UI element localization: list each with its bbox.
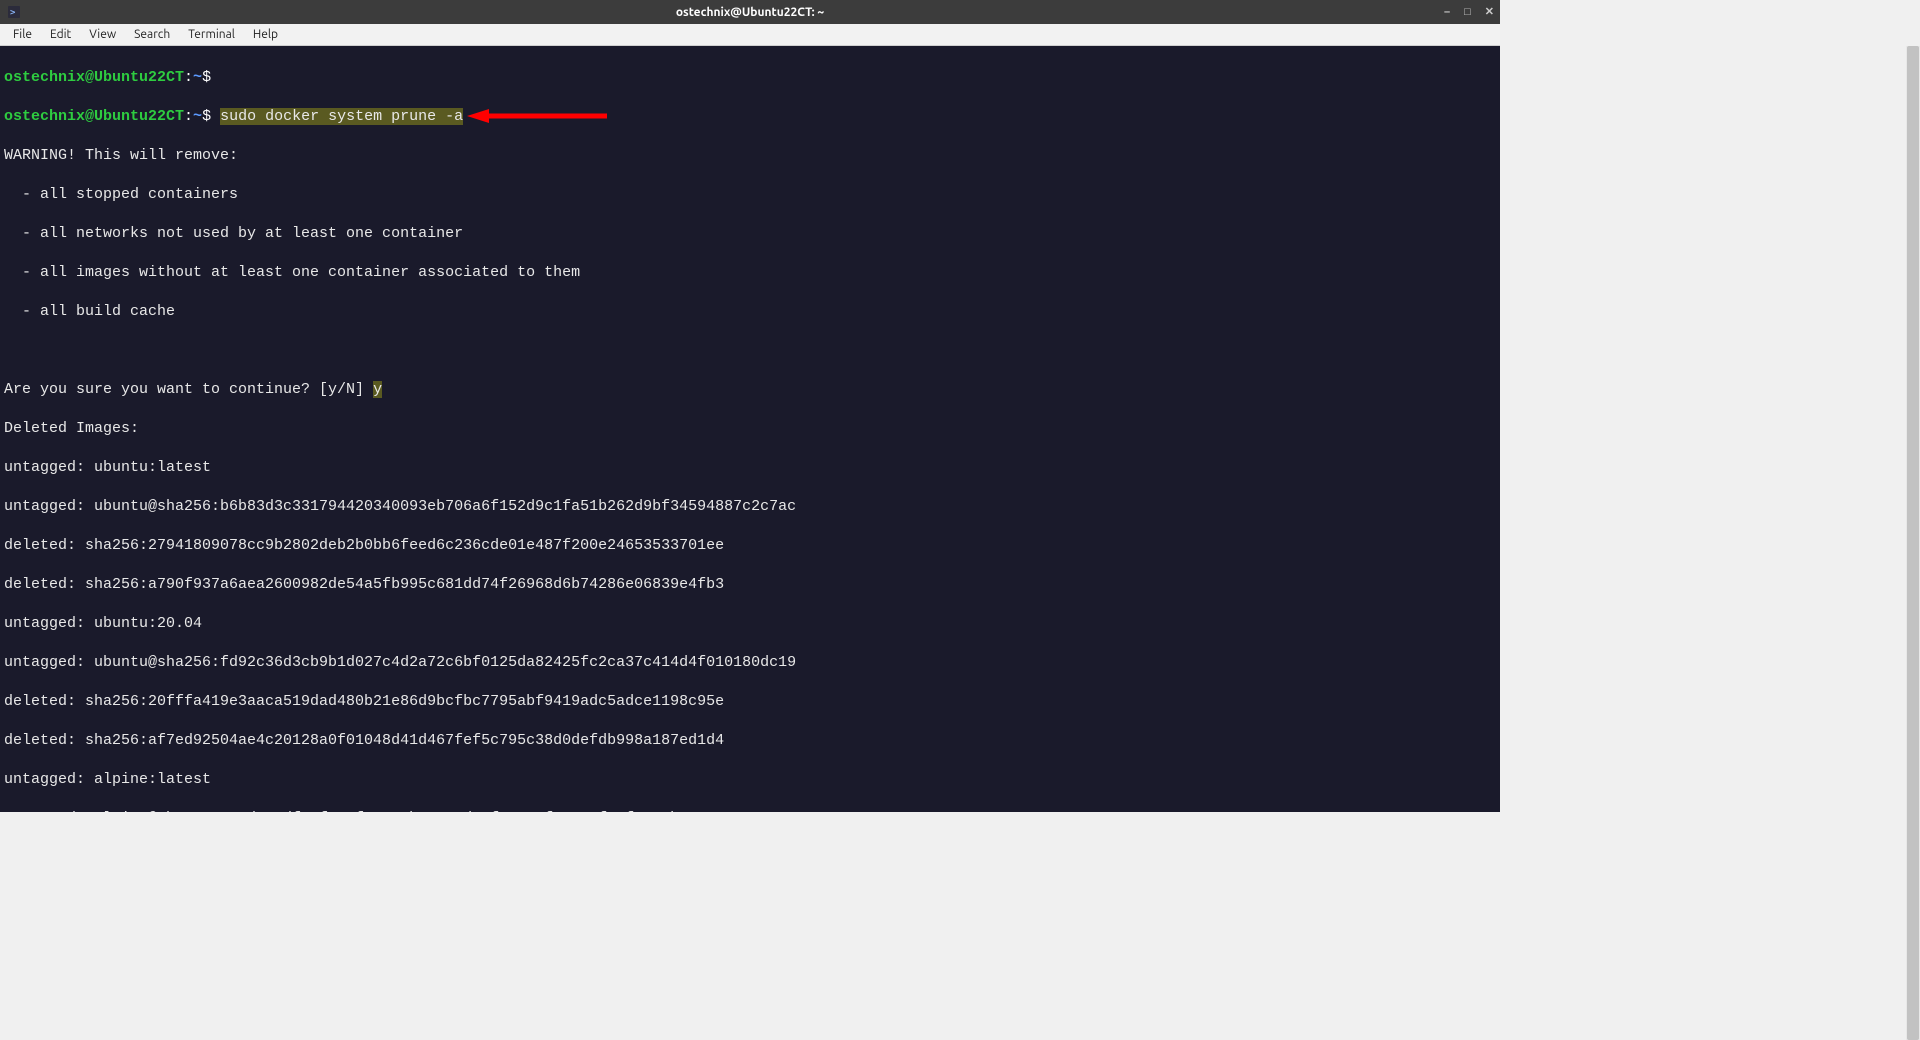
window-title: ostechnix@Ubuntu22CT: ~ — [676, 6, 824, 19]
menu-view[interactable]: View — [80, 25, 125, 44]
red-arrow-annotation — [467, 107, 617, 125]
vertical-scrollbar[interactable] — [1906, 46, 1920, 1040]
prompt-line-1: ostechnix@Ubuntu22CT:~$ — [4, 68, 1496, 88]
output-line: untagged: ubuntu:20.04 — [4, 614, 1496, 634]
close-button[interactable]: ✕ — [1485, 7, 1494, 18]
output-line: untagged: alpine:latest — [4, 770, 1496, 790]
blank-line — [4, 341, 1496, 361]
output-line: untagged: ubuntu:latest — [4, 458, 1496, 478]
warning-item: - all stopped containers — [4, 185, 1496, 205]
warning-header: WARNING! This will remove: — [4, 146, 1496, 166]
menu-edit[interactable]: Edit — [41, 25, 80, 44]
terminal-content[interactable]: ostechnix@Ubuntu22CT:~$ ostechnix@Ubuntu… — [0, 46, 1500, 812]
output-line: deleted: sha256:a790f937a6aea2600982de54… — [4, 575, 1496, 595]
menu-help[interactable]: Help — [244, 25, 287, 44]
prompt-line-2: ostechnix@Ubuntu22CT:~$ sudo docker syst… — [4, 107, 1496, 127]
minimize-button[interactable]: – — [1444, 7, 1450, 18]
output-line: deleted: sha256:20fffa419e3aaca519dad480… — [4, 692, 1496, 712]
output-line: deleted: sha256:27941809078cc9b2802deb2b… — [4, 536, 1496, 556]
scrollbar-thumb[interactable] — [1907, 46, 1919, 1040]
confirm-line: Are you sure you want to continue? [y/N]… — [4, 380, 1496, 400]
deleted-header: Deleted Images: — [4, 419, 1496, 439]
maximize-button[interactable]: □ — [1464, 7, 1471, 18]
confirm-answer: y — [373, 381, 382, 398]
menu-file[interactable]: File — [4, 25, 41, 44]
svg-text:>: > — [10, 8, 16, 18]
terminal-app-icon: > — [8, 6, 20, 18]
highlighted-command: sudo docker system prune -a — [220, 108, 463, 125]
output-line: untagged: ubuntu@sha256:fd92c36d3cb9b1d0… — [4, 653, 1496, 673]
menu-terminal[interactable]: Terminal — [179, 25, 244, 44]
output-line: deleted: sha256:af7ed92504ae4c20128a0f01… — [4, 731, 1496, 751]
output-line: untagged: ubuntu@sha256:b6b83d3c33179442… — [4, 497, 1496, 517]
warning-item: - all build cache — [4, 302, 1496, 322]
window-titlebar: > ostechnix@Ubuntu22CT: ~ – □ ✕ — [0, 0, 1500, 24]
output-line: untagged: alpine@sha256:686d8c9dfa6f3ccf… — [4, 809, 1496, 813]
window-controls: – □ ✕ — [1444, 7, 1494, 18]
warning-item: - all images without at least one contai… — [4, 263, 1496, 283]
menu-bar: File Edit View Search Terminal Help — [0, 24, 1500, 46]
warning-item: - all networks not used by at least one … — [4, 224, 1496, 244]
menu-search[interactable]: Search — [125, 25, 179, 44]
